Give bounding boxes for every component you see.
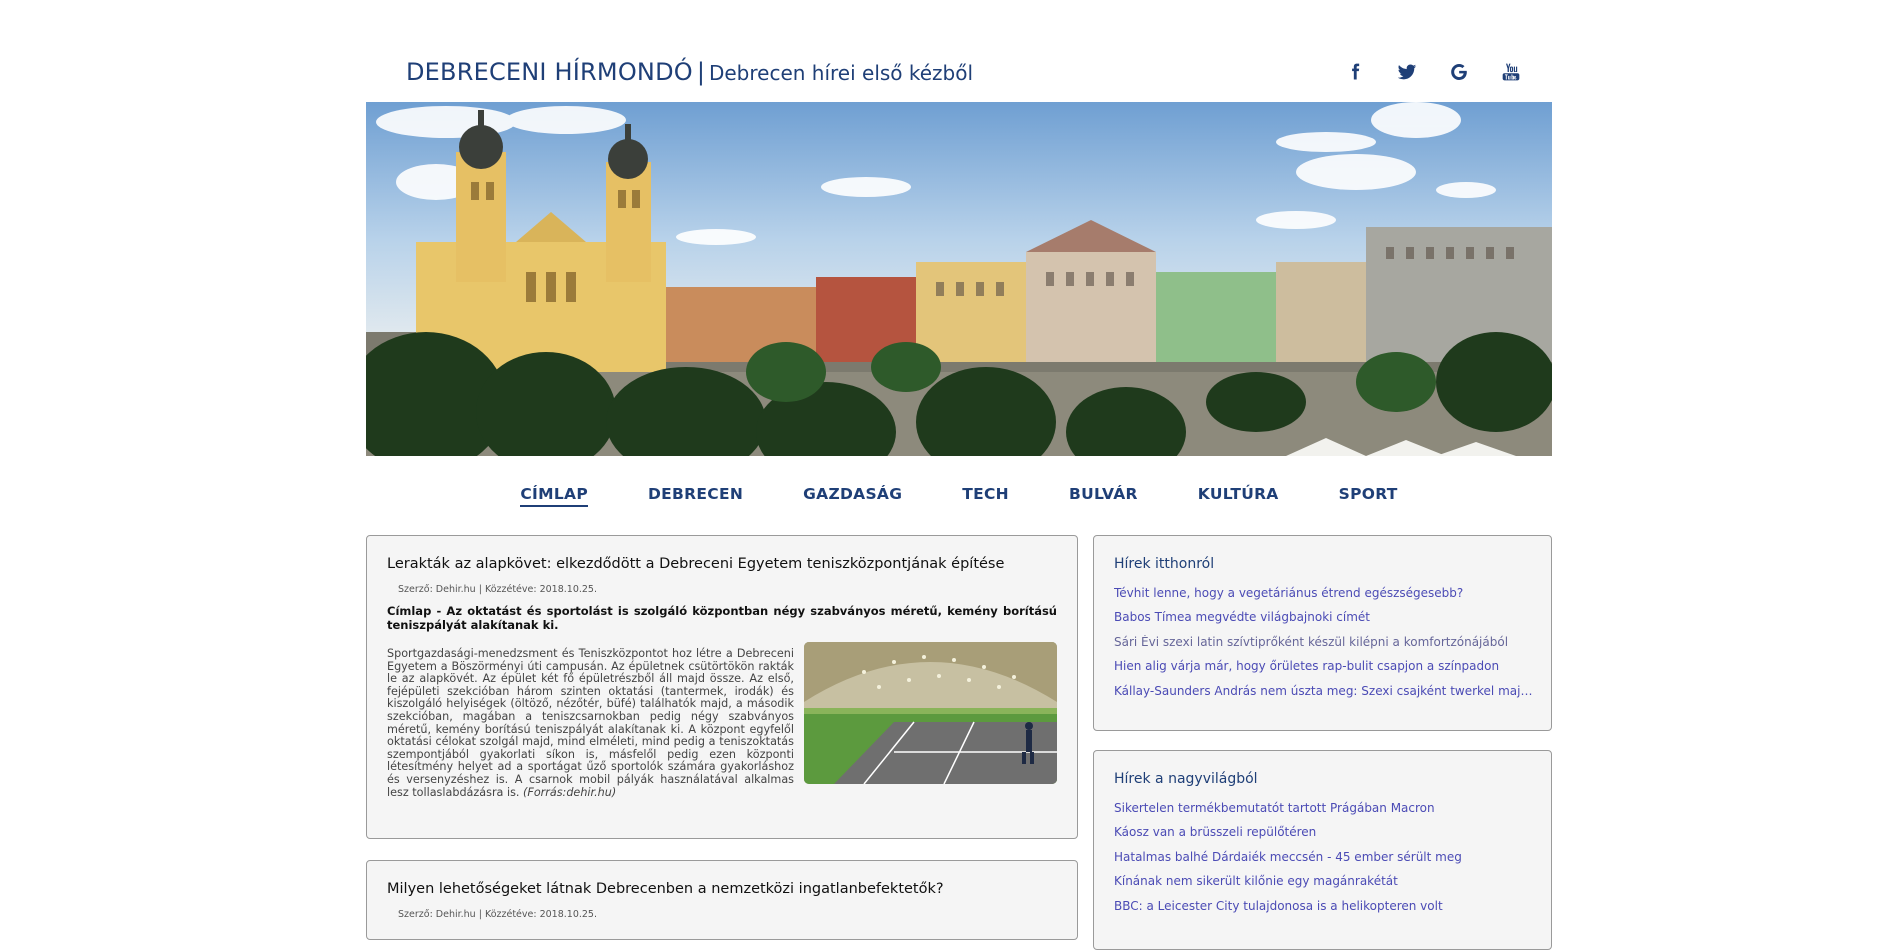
sidebar-title: Hírek itthonról (1114, 556, 1215, 572)
nav-tech[interactable]: TECH (932, 485, 1039, 507)
article-source: (Forrás:dehir.hu) (523, 785, 617, 799)
article-body-text: Sportgazdasági-menedzsment és Teniszközp… (387, 647, 794, 799)
news-link[interactable]: Tévhit lenne, hogy a vegetáriánus étrend… (1114, 586, 1534, 610)
nav-cimlap[interactable]: CÍMLAP (490, 485, 618, 507)
news-link[interactable]: Kínának nem sikerült kilőnie egy magánra… (1114, 874, 1534, 898)
news-list: Sikertelen termékbemutatót tartott Prágá… (1114, 801, 1534, 923)
article-lead: Címlap - Az oktatást és sportolást is sz… (387, 604, 1057, 632)
news-link[interactable]: Sári Évi szexi latin szívtiprőként készü… (1114, 635, 1534, 659)
article-title[interactable]: Milyen lehetőségeket látnak Debrecenben … (387, 881, 944, 897)
google-icon[interactable] (1448, 60, 1470, 84)
youtube-icon[interactable] (1500, 60, 1522, 84)
site-header: DEBRECENI HÍRMONDÓ | Debrecen hírei első k… (366, 52, 1552, 96)
sidebar-home-news: Hírek itthonról Tévhit lenne, hogy a veg… (1093, 535, 1552, 731)
news-link[interactable]: BBC: a Leicester City tulajdonosa is a h… (1114, 899, 1534, 923)
news-link[interactable]: Sikertelen termékbemutatót tartott Prágá… (1114, 801, 1534, 825)
article-body: Sportgazdasági-menedzsment és Teniszközp… (387, 647, 794, 799)
site-brand: DEBRECENI HÍRMONDÓ (406, 58, 693, 86)
title-separator: | (696, 58, 705, 86)
nav-sport[interactable]: SPORT (1309, 485, 1428, 507)
news-link[interactable]: Hien alig várja már, hogy őrületes rap-b… (1114, 659, 1534, 683)
hero-banner-image (366, 102, 1552, 456)
sidebar-world-news: Hírek a nagyvilágból Sikertelen termékbe… (1093, 750, 1552, 950)
sidebar-title: Hírek a nagyvilágból (1114, 771, 1258, 787)
main-nav: CÍMLAP DEBRECEN GAZDASÁG TECH BULVÁR KUL… (366, 485, 1552, 507)
news-list: Tévhit lenne, hogy a vegetáriánus étrend… (1114, 586, 1534, 708)
site-tagline: Debrecen hírei első kézből (708, 61, 974, 85)
facebook-icon[interactable] (1344, 60, 1366, 84)
news-link[interactable]: Kállay-Saunders András nem úszta meg: Sz… (1114, 684, 1534, 708)
nav-bulvar[interactable]: BULVÁR (1039, 485, 1168, 507)
article-meta: Szerző: Dehir.hu | Közzétéve: 2018.10.25… (398, 584, 597, 595)
site-title[interactable]: DEBRECENI HÍRMONDÓ | Debrecen hírei első k… (406, 58, 973, 86)
article-card: Milyen lehetőségeket látnak Debrecenben … (366, 860, 1078, 940)
tennis-hall-illustration (804, 642, 1057, 784)
hero-illustration (366, 102, 1552, 456)
nav-gazdasag[interactable]: GAZDASÁG (773, 485, 932, 507)
article-title[interactable]: Lerakták az alapkövet: elkezdődött a Deb… (387, 556, 1004, 572)
article-meta: Szerző: Dehir.hu | Közzétéve: 2018.10.25… (398, 909, 597, 920)
news-link[interactable]: Hatalmas balhé Dárdaiék meccsén - 45 emb… (1114, 850, 1534, 874)
news-link[interactable]: Káosz van a brüsszeli repülőtéren (1114, 825, 1534, 849)
news-link[interactable]: Babos Tímea megvédte világbajnoki címét (1114, 610, 1534, 634)
social-links (1344, 60, 1522, 84)
article-image[interactable] (804, 642, 1057, 784)
nav-debrecen[interactable]: DEBRECEN (618, 485, 773, 507)
article-card: Lerakták az alapkövet: elkezdődött a Deb… (366, 535, 1078, 839)
twitter-icon[interactable] (1396, 60, 1418, 84)
nav-kultura[interactable]: KULTÚRA (1168, 485, 1309, 507)
